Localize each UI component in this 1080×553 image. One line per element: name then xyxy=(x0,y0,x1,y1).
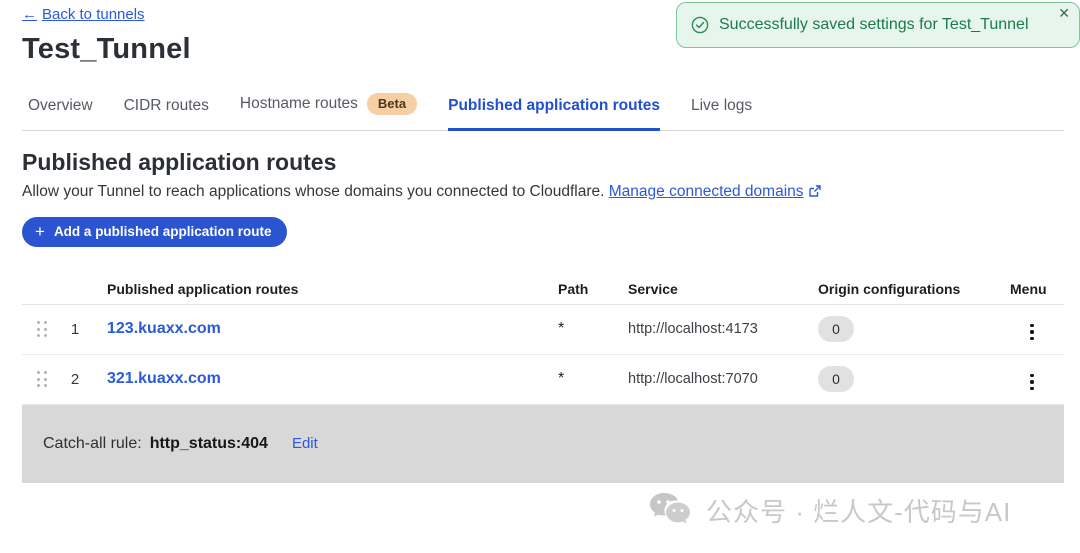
close-icon[interactable]: ✕ xyxy=(1058,6,1070,20)
row-index: 2 xyxy=(62,371,88,388)
header-service: Service xyxy=(628,281,818,297)
row-path: * xyxy=(558,320,628,338)
kebab-menu-icon[interactable] xyxy=(1026,320,1038,345)
tab-overview[interactable]: Overview xyxy=(28,97,93,131)
catch-all-rule-bar: Catch-all rule: http_status:404 Edit xyxy=(22,405,1064,483)
drag-handle-icon[interactable] xyxy=(37,321,47,337)
table-row: 1 123.kuaxx.com * http://localhost:4173 … xyxy=(22,305,1064,355)
edit-catch-all-link[interactable]: Edit xyxy=(292,435,318,452)
back-to-tunnels-link[interactable]: ← Back to tunnels xyxy=(22,6,145,23)
origin-config-count-badge: 0 xyxy=(818,316,854,342)
wechat-icon xyxy=(648,490,694,530)
kebab-menu-icon[interactable] xyxy=(1026,370,1038,395)
published-routes-table: Published application routes Path Servic… xyxy=(22,274,1064,483)
route-link[interactable]: 321.kuaxx.com xyxy=(107,370,221,387)
drag-handle-icon[interactable] xyxy=(37,371,47,387)
tab-hostname-routes[interactable]: Hostname routes Beta xyxy=(240,93,417,131)
tab-cidr-routes[interactable]: CIDR routes xyxy=(124,97,209,131)
add-published-application-route-button[interactable]: + Add a published application route xyxy=(22,217,287,247)
watermark: 公众号 · 烂人文-代码与AI xyxy=(648,490,1011,530)
toast-message: Successfully saved settings for Test_Tun… xyxy=(719,16,1029,34)
tab-live-logs[interactable]: Live logs xyxy=(691,97,752,131)
header-menu: Menu xyxy=(1010,281,1064,297)
back-link-label: Back to tunnels xyxy=(42,6,145,23)
table-row: 2 321.kuaxx.com * http://localhost:7070 … xyxy=(22,355,1064,405)
section-heading: Published application routes xyxy=(22,149,1064,176)
arrow-left-icon: ← xyxy=(22,6,37,23)
toast-success: Successfully saved settings for Test_Tun… xyxy=(676,2,1080,48)
tab-bar: Overview CIDR routes Hostname routes Bet… xyxy=(22,93,1064,131)
table-header-row: Published application routes Path Servic… xyxy=(22,274,1064,305)
row-path: * xyxy=(558,370,628,388)
row-service: http://localhost:7070 xyxy=(628,371,818,387)
row-index: 1 xyxy=(62,321,88,338)
section-description: Allow your Tunnel to reach applications … xyxy=(22,183,1064,201)
header-path: Path xyxy=(558,281,628,297)
watermark-text: 公众号 · 烂人文-代码与AI xyxy=(706,492,1011,529)
check-circle-icon xyxy=(691,16,709,34)
beta-badge: Beta xyxy=(367,93,417,115)
route-link[interactable]: 123.kuaxx.com xyxy=(107,320,221,337)
plus-icon: + xyxy=(35,223,45,240)
header-origin-configurations: Origin configurations xyxy=(818,281,1010,297)
row-service: http://localhost:4173 xyxy=(628,321,818,337)
tab-published-application-routes[interactable]: Published application routes xyxy=(448,97,660,131)
catch-all-value: http_status:404 xyxy=(150,435,268,453)
external-link-icon xyxy=(808,184,822,198)
header-routes: Published application routes xyxy=(88,281,558,297)
origin-config-count-badge: 0 xyxy=(818,366,854,392)
catch-all-label: Catch-all rule: xyxy=(43,435,142,453)
manage-connected-domains-link[interactable]: Manage connected domains xyxy=(609,183,804,200)
